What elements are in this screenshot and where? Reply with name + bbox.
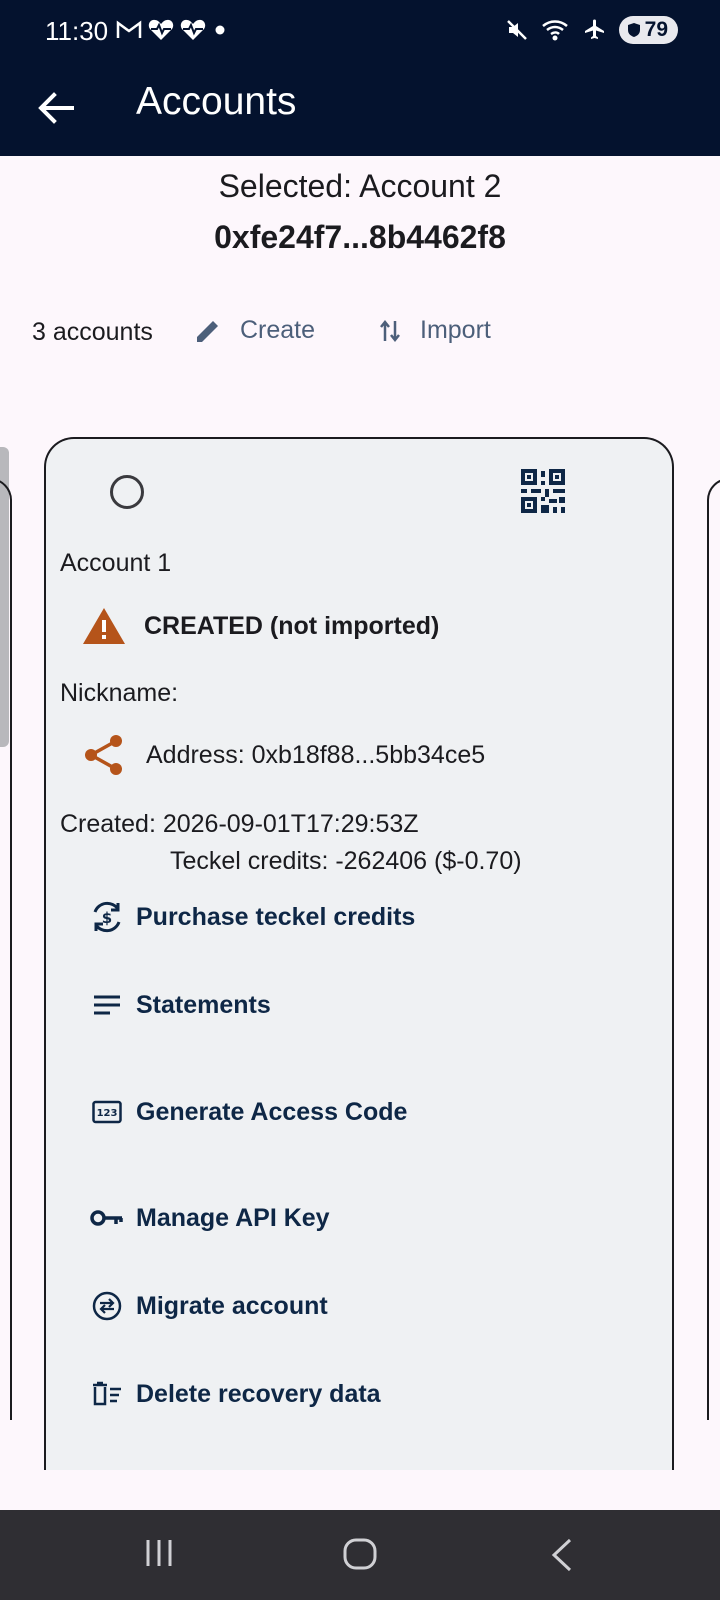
account-address: Address: 0xb18f88...5bb34ce5	[146, 740, 486, 769]
manage-api-key-button[interactable]: Manage API Key	[90, 1201, 330, 1235]
notification-dot-icon	[215, 25, 225, 35]
statements-button[interactable]: Statements	[90, 988, 271, 1022]
delete-recovery-data-label: Delete recovery data	[136, 1379, 381, 1408]
create-button[interactable]: Create	[194, 316, 315, 345]
created-timestamp: Created: 2026-09-01T17:29:53Z	[60, 810, 419, 838]
svg-text:$: $	[102, 909, 112, 927]
manage-api-key-label: Manage API Key	[136, 1203, 330, 1232]
swap-vert-icon	[380, 319, 400, 342]
previous-account-card[interactable]	[0, 478, 12, 1420]
share-icon[interactable]	[84, 734, 124, 776]
page-title: Accounts	[136, 80, 297, 123]
accounts-toolbar: 3 accounts Create Import	[32, 312, 491, 352]
recent-apps-icon[interactable]	[144, 1538, 174, 1568]
statements-label: Statements	[136, 990, 271, 1019]
pencil-icon	[197, 320, 218, 342]
list-icon	[90, 988, 124, 1022]
generate-access-code-button[interactable]: 123 Generate Access Code	[90, 1095, 407, 1129]
svg-text:123: 123	[97, 1108, 118, 1119]
pin-123-icon: 123	[90, 1095, 124, 1129]
warning-icon	[83, 608, 125, 644]
address-row[interactable]: Address: 0xb18f88...5bb34ce5	[84, 734, 485, 776]
back-arrow-icon[interactable]	[34, 86, 78, 130]
system-navigation-bar	[0, 1510, 720, 1600]
gmail-icon	[116, 20, 142, 38]
next-account-card[interactable]	[707, 478, 720, 1420]
mute-icon	[506, 20, 527, 40]
nickname-label: Nickname:	[60, 679, 179, 707]
status-time: 11:30	[45, 16, 109, 46]
purchase-credits-label: Purchase teckel credits	[136, 902, 416, 931]
account-count: 3 accounts	[32, 317, 153, 346]
teckel-credits: Teckel credits: -262406 ($-0.70)	[170, 847, 522, 875]
generate-access-code-label: Generate Access Code	[136, 1097, 408, 1126]
qr-code-icon[interactable]	[521, 469, 565, 513]
airplane-icon	[584, 19, 604, 39]
select-account-radio[interactable]	[110, 475, 144, 509]
status-bar: 11:30 79	[0, 0, 720, 62]
wifi-icon	[541, 20, 568, 41]
account-card: Account 1 CREATED (not imported) Nicknam…	[44, 437, 674, 1470]
health-heart-icon	[180, 19, 206, 40]
home-icon[interactable]	[343, 1538, 377, 1570]
health-heart-icon	[148, 19, 174, 40]
selected-account-label: Selected: Account 2	[218, 168, 502, 204]
import-label: Import	[420, 316, 491, 344]
import-button[interactable]: Import	[378, 316, 491, 345]
battery-indicator: 79	[618, 16, 678, 44]
migrate-account-label: Migrate account	[136, 1291, 328, 1320]
battery-level: 79	[644, 18, 668, 41]
currency-exchange-icon: $	[90, 900, 124, 934]
purchase-credits-button[interactable]: $ Purchase teckel credits	[90, 900, 415, 934]
account-name: Account 1	[60, 549, 172, 577]
back-icon[interactable]	[550, 1538, 574, 1572]
delete-recovery-data-button[interactable]: Delete recovery data	[90, 1377, 381, 1411]
delete-sweep-icon	[90, 1377, 124, 1411]
key-icon	[90, 1201, 124, 1235]
account-status: CREATED (not imported)	[82, 607, 439, 645]
swap-circle-icon	[90, 1289, 124, 1323]
shield-icon	[627, 23, 640, 37]
create-label: Create	[240, 316, 316, 344]
migrate-account-button[interactable]: Migrate account	[90, 1289, 328, 1323]
selected-account-address: 0xfe24f7...8b4462f8	[214, 219, 506, 255]
app-bar: Accounts	[0, 62, 720, 156]
account-status-text: CREATED (not imported)	[144, 611, 440, 640]
